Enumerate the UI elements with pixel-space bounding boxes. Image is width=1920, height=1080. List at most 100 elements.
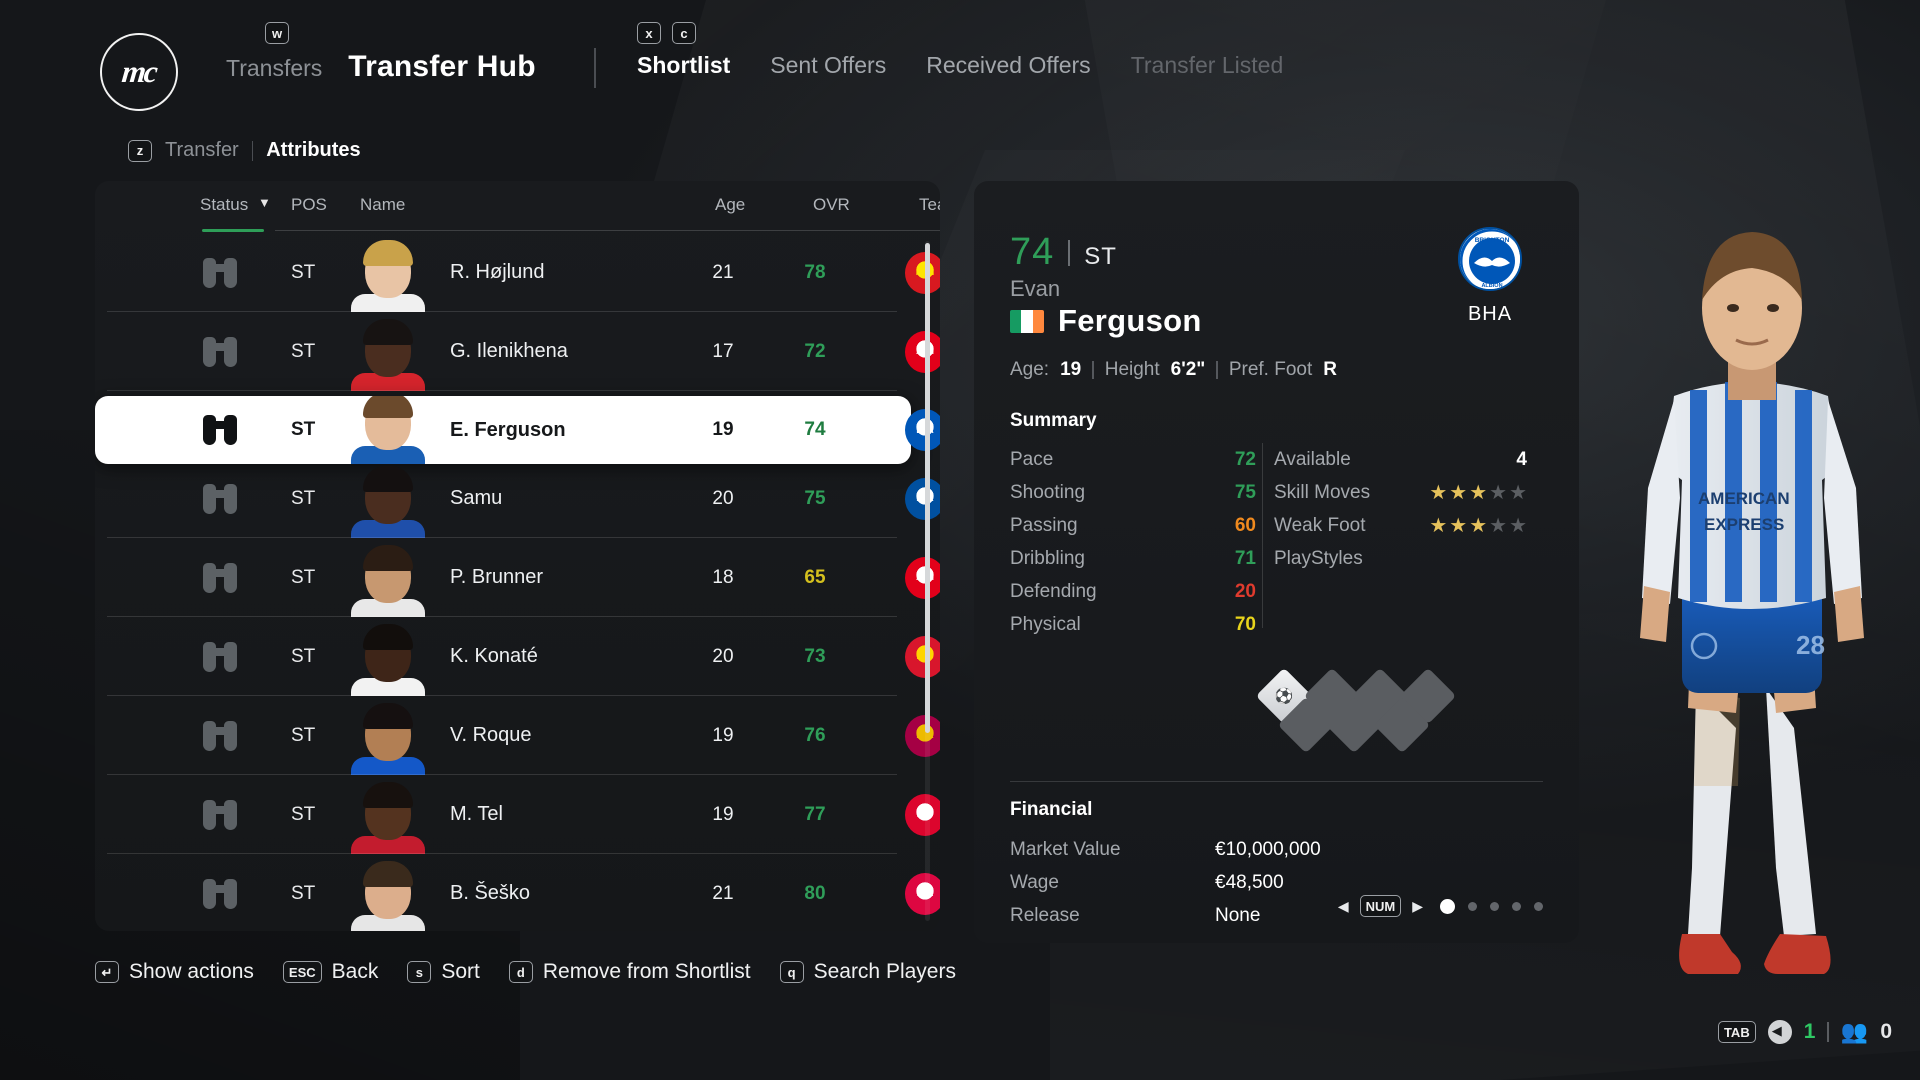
stat-value: 71 bbox=[1234, 547, 1256, 569]
player-face bbox=[345, 538, 431, 617]
table-row[interactable]: ST B. Šeško 21 80 RBL bbox=[95, 854, 940, 931]
scout-status-cell[interactable] bbox=[203, 854, 261, 931]
star-rating: ★ ★ ★ ★ ★ bbox=[1429, 516, 1527, 536]
playstyles-grid bbox=[1255, 667, 1524, 754]
stat-label: Dribbling bbox=[1010, 547, 1085, 569]
pager-dot[interactable] bbox=[1490, 901, 1499, 911]
keycap-num[interactable]: NUM bbox=[1359, 895, 1402, 917]
club-short-name: BHA bbox=[1467, 303, 1513, 325]
tab-shortlist[interactable]: Shortlist bbox=[637, 52, 730, 79]
keycap[interactable]: ESC bbox=[282, 961, 322, 983]
keycap-c[interactable]: c bbox=[672, 22, 696, 44]
scout-status-cell[interactable] bbox=[203, 396, 261, 464]
scout-status-cell[interactable] bbox=[203, 538, 261, 617]
tab-transfer-listed[interactable]: Transfer Listed bbox=[1131, 52, 1284, 79]
action-item[interactable]: s Sort bbox=[407, 960, 480, 984]
table-row[interactable]: ST E. Ferguson 19 74 BHA bbox=[95, 396, 940, 464]
table-row[interactable]: ST P. Brunner 18 65 ASM bbox=[95, 538, 940, 617]
table-row[interactable]: ST K. Konaté 20 73 RBS bbox=[95, 617, 940, 696]
bio-divider bbox=[1092, 361, 1094, 379]
star-icon: ★ bbox=[1489, 514, 1508, 537]
svg-text:BRIGHTON: BRIGHTON bbox=[1475, 237, 1510, 244]
scout-status-cell[interactable] bbox=[203, 617, 261, 696]
table-row[interactable]: ST M. Tel 19 77 FCB bbox=[95, 775, 940, 854]
scout-status-cell[interactable] bbox=[203, 459, 261, 538]
summary-side-stats: Available 4 Skill Moves ★ ★ ★ ★ ★ Weak Foot ★ ★ ★ ★ ★… bbox=[1274, 443, 1527, 575]
keycap[interactable]: s bbox=[407, 961, 432, 983]
stat-value: 60 bbox=[1234, 514, 1256, 536]
keycap-tab[interactable]: TAB bbox=[1717, 1021, 1756, 1043]
action-item[interactable]: ↵ Show actions bbox=[95, 960, 254, 984]
stat-label: Passing bbox=[1010, 514, 1078, 536]
side-stat-label: Weak Foot bbox=[1274, 514, 1366, 536]
age-cell: 19 bbox=[712, 419, 734, 440]
pager-left-arrow-icon[interactable]: ◀ bbox=[1338, 898, 1349, 915]
ovr-cell: 65 bbox=[804, 566, 826, 588]
star-icon: ★ bbox=[1509, 514, 1527, 537]
team-cell: RBS bbox=[885, 617, 940, 696]
player-name-cell: G. Ilenikhena bbox=[450, 340, 568, 362]
star-icon: ★ bbox=[1469, 481, 1488, 504]
club-logo: mc bbox=[100, 33, 178, 111]
pager-dot[interactable] bbox=[1440, 898, 1455, 914]
pager-right-arrow-icon[interactable]: ▶ bbox=[1412, 898, 1423, 915]
keycap-w[interactable]: w bbox=[265, 22, 289, 44]
binoculars-icon bbox=[203, 878, 237, 909]
keycap-z[interactable]: z bbox=[128, 139, 152, 162]
age-cell: 20 bbox=[712, 645, 734, 667]
table-row[interactable]: ST G. Ilenikhena 17 72 ASM bbox=[95, 312, 940, 391]
financial-rows: Market Value €10,000,000 Wage €48,500 Releas… bbox=[1010, 833, 1430, 932]
pager-dot[interactable] bbox=[1512, 901, 1521, 911]
position-cell: ST bbox=[291, 566, 316, 588]
binoculars-icon bbox=[203, 641, 237, 672]
keycap[interactable]: d bbox=[508, 961, 533, 983]
scout-status-cell[interactable] bbox=[203, 696, 261, 775]
scout-status-cell[interactable] bbox=[203, 233, 261, 312]
stat-label: Defending bbox=[1010, 580, 1097, 602]
sort-arrow-icon[interactable]: ▼ bbox=[258, 195, 271, 210]
side-stat-row: Available 4 bbox=[1274, 443, 1527, 476]
column-header-status[interactable]: Status bbox=[200, 195, 248, 215]
action-label: Remove from Shortlist bbox=[542, 960, 751, 983]
scout-status-cell[interactable] bbox=[203, 312, 261, 391]
scout-status-cell[interactable] bbox=[203, 775, 261, 854]
club-badge-icon: MUN bbox=[905, 251, 940, 294]
column-header-name[interactable]: Name bbox=[360, 195, 405, 215]
svg-text:ALBION: ALBION bbox=[1481, 283, 1502, 289]
keycap[interactable]: ↵ bbox=[95, 961, 119, 983]
action-item[interactable]: d Remove from Shortlist bbox=[508, 960, 751, 984]
table-row[interactable]: ST Samu 20 75 POR bbox=[95, 459, 940, 538]
keycap[interactable]: q bbox=[779, 961, 804, 983]
stat-value: 75 bbox=[1234, 481, 1256, 503]
tab-sent-offers[interactable]: Sent Offers bbox=[770, 52, 886, 79]
binoculars-icon bbox=[203, 257, 237, 288]
action-label: Show actions bbox=[129, 960, 254, 983]
action-bar: ↵ Show actions ESC Back s Sort d Remove from Sh… bbox=[95, 960, 956, 984]
column-header-age[interactable]: Age bbox=[715, 195, 745, 215]
column-header-pos[interactable]: POS bbox=[291, 195, 327, 215]
subtab-attributes[interactable]: Attributes bbox=[266, 139, 360, 162]
position-cell: ST bbox=[291, 645, 316, 667]
keycap-x[interactable]: x bbox=[637, 22, 661, 44]
pager-dot[interactable] bbox=[1468, 901, 1477, 911]
breadcrumb-transfers[interactable]: Transfers bbox=[226, 55, 322, 82]
tab-received-offers[interactable]: Received Offers bbox=[926, 52, 1090, 79]
player-club: BRIGHTON ALBION BHA bbox=[1435, 227, 1545, 326]
player-bio: Age: 19 Height 6'2" Pref. Foot R bbox=[1010, 359, 1337, 381]
bio-age-label: Age: bbox=[1010, 359, 1050, 380]
table-row[interactable]: ST V. Roque 19 76 BAR bbox=[95, 696, 940, 775]
player-face bbox=[345, 854, 431, 931]
action-item[interactable]: q Search Players bbox=[779, 960, 956, 984]
shortlist-panel: Status ▼ POS Name Age OVR Team ST R. Højl… bbox=[95, 181, 940, 931]
column-header-ovr[interactable]: OVR bbox=[813, 195, 850, 215]
audio-icon bbox=[1767, 1020, 1792, 1044]
action-item[interactable]: ESC Back bbox=[282, 960, 378, 984]
subtab-transfer[interactable]: Transfer bbox=[165, 139, 239, 162]
player-detail-panel: 74 ST Evan Ferguson Age: 19 Height 6'2" … bbox=[974, 181, 1579, 943]
column-header-team[interactable]: Team bbox=[919, 195, 940, 215]
club-badge-icon: ASM bbox=[905, 556, 940, 599]
pager-dot[interactable] bbox=[1534, 901, 1543, 911]
list-scrollbar-thumb[interactable] bbox=[925, 243, 930, 733]
summary-stat-row: Shooting 75 bbox=[1010, 476, 1256, 509]
table-row[interactable]: ST R. Højlund 21 78 MUN bbox=[95, 233, 940, 312]
